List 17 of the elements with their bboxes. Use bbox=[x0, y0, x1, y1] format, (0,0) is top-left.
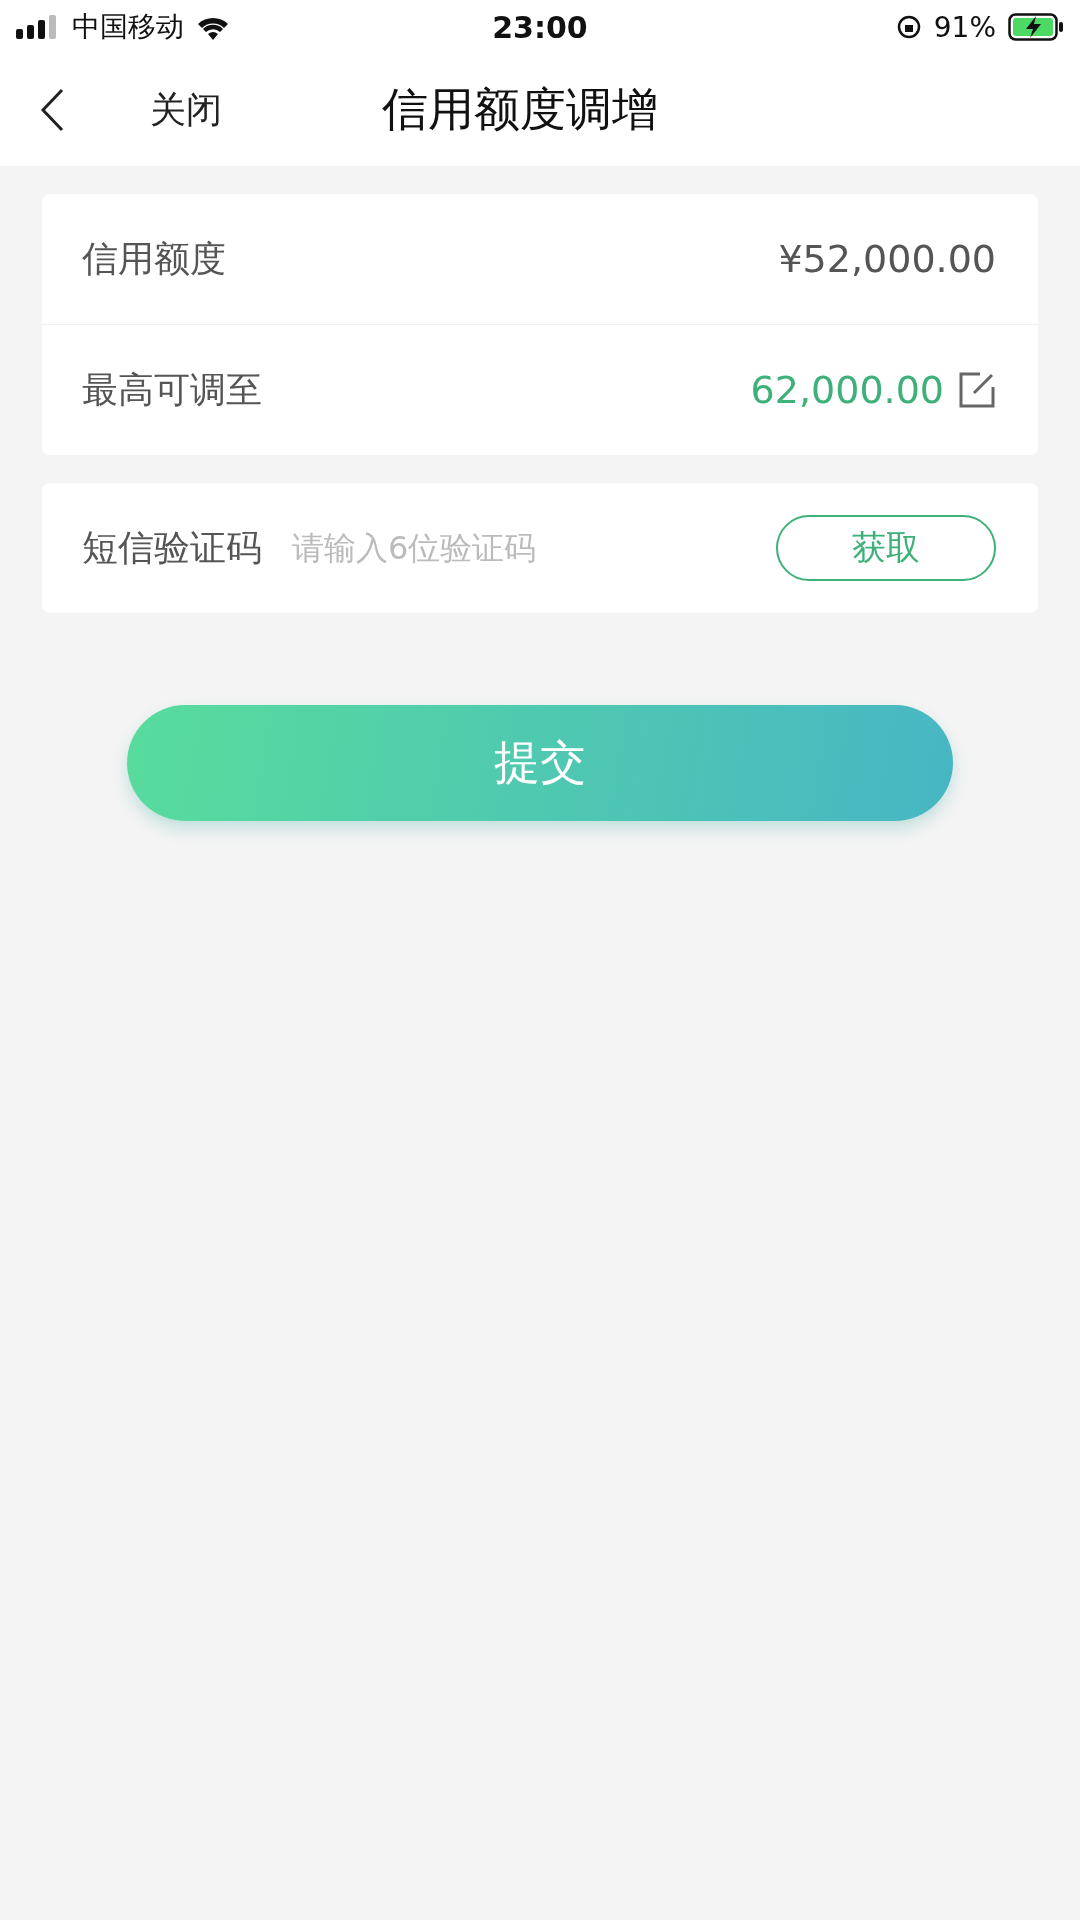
amount-value: 62,000.00 bbox=[750, 368, 944, 412]
submit-button[interactable]: 提交 bbox=[127, 705, 953, 821]
code-input-field[interactable]: 请输入6位验证码 bbox=[290, 528, 776, 568]
row-label: 最高可调至 bbox=[82, 367, 262, 412]
row-label: 信用额度 bbox=[82, 236, 226, 281]
sms-label: 短信验证码 bbox=[82, 525, 262, 570]
status-time: 23:00 bbox=[492, 9, 588, 45]
edit-icon[interactable] bbox=[958, 371, 996, 409]
amount-value: ¥52,000.00 bbox=[778, 237, 996, 281]
battery-charging-icon bbox=[1008, 13, 1064, 41]
page-title: 信用额度调增 bbox=[382, 81, 658, 138]
back-icon bbox=[40, 88, 64, 132]
battery-percent: 91% bbox=[933, 10, 996, 44]
rotation-lock-icon bbox=[895, 14, 922, 40]
close-button[interactable]: 关闭 bbox=[150, 85, 222, 135]
get-code-button[interactable]: 获取 bbox=[776, 515, 996, 581]
carrier-name: 中国移动 bbox=[72, 9, 184, 45]
